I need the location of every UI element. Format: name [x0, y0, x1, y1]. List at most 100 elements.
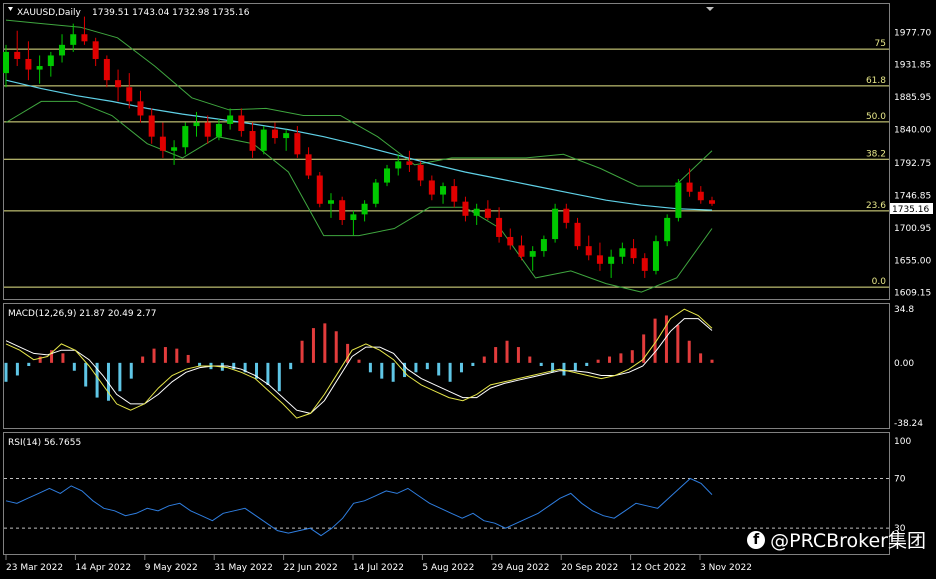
- macd-signal-line: [5, 318, 713, 414]
- fib-label: 38.2: [866, 149, 886, 159]
- candle-body: [171, 147, 178, 151]
- macd-main-line: [5, 308, 713, 419]
- macd-tick-label: 34.8: [894, 305, 914, 315]
- candle-body: [462, 201, 469, 216]
- fib-label: 23.6: [866, 201, 886, 211]
- candle-body: [339, 200, 346, 221]
- price-tick-label: 1977.70: [894, 28, 931, 38]
- candle-body: [451, 186, 458, 202]
- candle-body: [384, 168, 391, 183]
- watermark: f @PRCBroker集团: [747, 526, 926, 553]
- candle-body: [3, 51, 9, 74]
- chart-window: 75 61.8 50.0 38.2 23.6 0.0 1977.70 1931.85 1885…: [0, 0, 936, 579]
- candle-body: [473, 208, 480, 216]
- price-tick-label: 1655.00: [894, 256, 931, 266]
- axis-labels-layer: 1977.70 1931.85 1885.95 1840.00 1792.75 1746.…: [5, 28, 931, 573]
- candle-body: [641, 258, 648, 271]
- date-tick-label: 3 Nov 2022: [700, 563, 752, 573]
- rsi-tick-label: 100: [894, 437, 911, 447]
- symbol-marker-icon: [8, 7, 13, 11]
- candle-body: [227, 115, 234, 124]
- ohlc-readout: 1739.51 1743.04 1732.98 1735.16: [92, 8, 250, 18]
- candle-body: [709, 200, 715, 204]
- macd-title: MACD(12,26,9) 21.87 20.49 2.77: [8, 309, 157, 319]
- watermark-text: @PRCBroker集团: [770, 530, 926, 552]
- candle-body: [686, 182, 693, 192]
- candle-body: [238, 115, 245, 132]
- candle-body: [552, 208, 559, 240]
- candle-body: [148, 115, 155, 137]
- bollinger-lower-line: [5, 100, 713, 293]
- candle-body: [372, 182, 379, 204]
- macd-tick-label: -38.24: [894, 419, 923, 429]
- candle-body: [529, 251, 536, 257]
- candle-body: [92, 41, 99, 59]
- candle-body: [316, 175, 323, 204]
- price-tick-label: 1931.85: [894, 61, 931, 71]
- candle-body: [664, 217, 671, 242]
- fib-label: 61.8: [866, 76, 886, 86]
- macd-chart-layer: [4, 308, 714, 419]
- candle-body: [115, 80, 122, 88]
- rsi-title: RSI(14) 56.7655: [8, 438, 81, 448]
- candle-body: [159, 136, 166, 151]
- candle-body: [271, 129, 278, 139]
- candle-body: [697, 191, 704, 201]
- candle-body: [182, 126, 189, 148]
- price-tick-label: 1840.00: [894, 126, 931, 136]
- candle-body: [137, 101, 144, 116]
- candle-body: [608, 256, 615, 264]
- candle-body: [305, 154, 312, 176]
- candle-body: [428, 180, 435, 195]
- price-chart-layer: 75 61.8 50.0 38.2 23.6 0.0: [3, 16, 889, 293]
- candle-body: [563, 208, 570, 223]
- candle-body: [126, 87, 133, 102]
- chart-svg: 75 61.8 50.0 38.2 23.6 0.0 1977.70 1931.85 1885…: [3, 3, 933, 573]
- date-tick-label: 14 Jul 2022: [353, 563, 404, 573]
- candle-body: [496, 217, 503, 237]
- date-tick-label: 5 Aug 2022: [422, 563, 474, 573]
- candle-body: [36, 66, 43, 70]
- candle-body: [204, 122, 211, 137]
- candle-body: [350, 214, 357, 221]
- candle-body: [484, 208, 491, 218]
- macd-tick-label: 0.00: [894, 359, 914, 369]
- candle-body: [395, 161, 402, 169]
- date-tick-label: 23 Mar 2022: [6, 563, 63, 573]
- fib-label: 50.0: [866, 112, 886, 122]
- candle-body: [47, 55, 54, 67]
- candle-body: [215, 123, 222, 137]
- candle-body: [283, 133, 290, 139]
- candle-body: [260, 129, 267, 151]
- candle-body: [361, 203, 368, 215]
- candle-body: [574, 222, 581, 247]
- symbol-title: XAUUSD,Daily: [17, 8, 81, 18]
- price-panel-frame: [3, 3, 890, 300]
- rsi-line: [5, 477, 713, 537]
- candle-body: [193, 122, 200, 127]
- date-tick-label: 22 Jun 2022: [284, 563, 338, 573]
- price-tick-label: 1746.85: [894, 191, 931, 201]
- date-tick-label: 29 Aug 2022: [492, 563, 550, 573]
- candle-body: [507, 236, 514, 246]
- price-tick-label: 1609.15: [894, 289, 931, 299]
- candle-body: [417, 164, 424, 181]
- date-tick-label: 14 Apr 2022: [75, 563, 131, 573]
- candle-body: [406, 161, 413, 165]
- candle-body: [70, 34, 77, 45]
- candle-body: [249, 131, 256, 151]
- candle-body: [652, 241, 659, 271]
- candle-body: [518, 245, 525, 257]
- candle-body: [25, 58, 32, 70]
- price-tick-label: 1885.95: [894, 93, 931, 103]
- date-tick-label: 9 May 2022: [145, 563, 198, 573]
- candle-body: [103, 58, 110, 81]
- facebook-icon: f: [747, 530, 766, 549]
- scroll-arrow-icon[interactable]: [706, 7, 714, 11]
- candle-body: [81, 34, 88, 42]
- price-tick-label: 1700.95: [894, 224, 931, 234]
- candle-body: [585, 246, 592, 256]
- candle-body: [440, 186, 447, 195]
- candle-body: [327, 200, 334, 204]
- date-tick-label: 20 Sep 2022: [561, 563, 618, 573]
